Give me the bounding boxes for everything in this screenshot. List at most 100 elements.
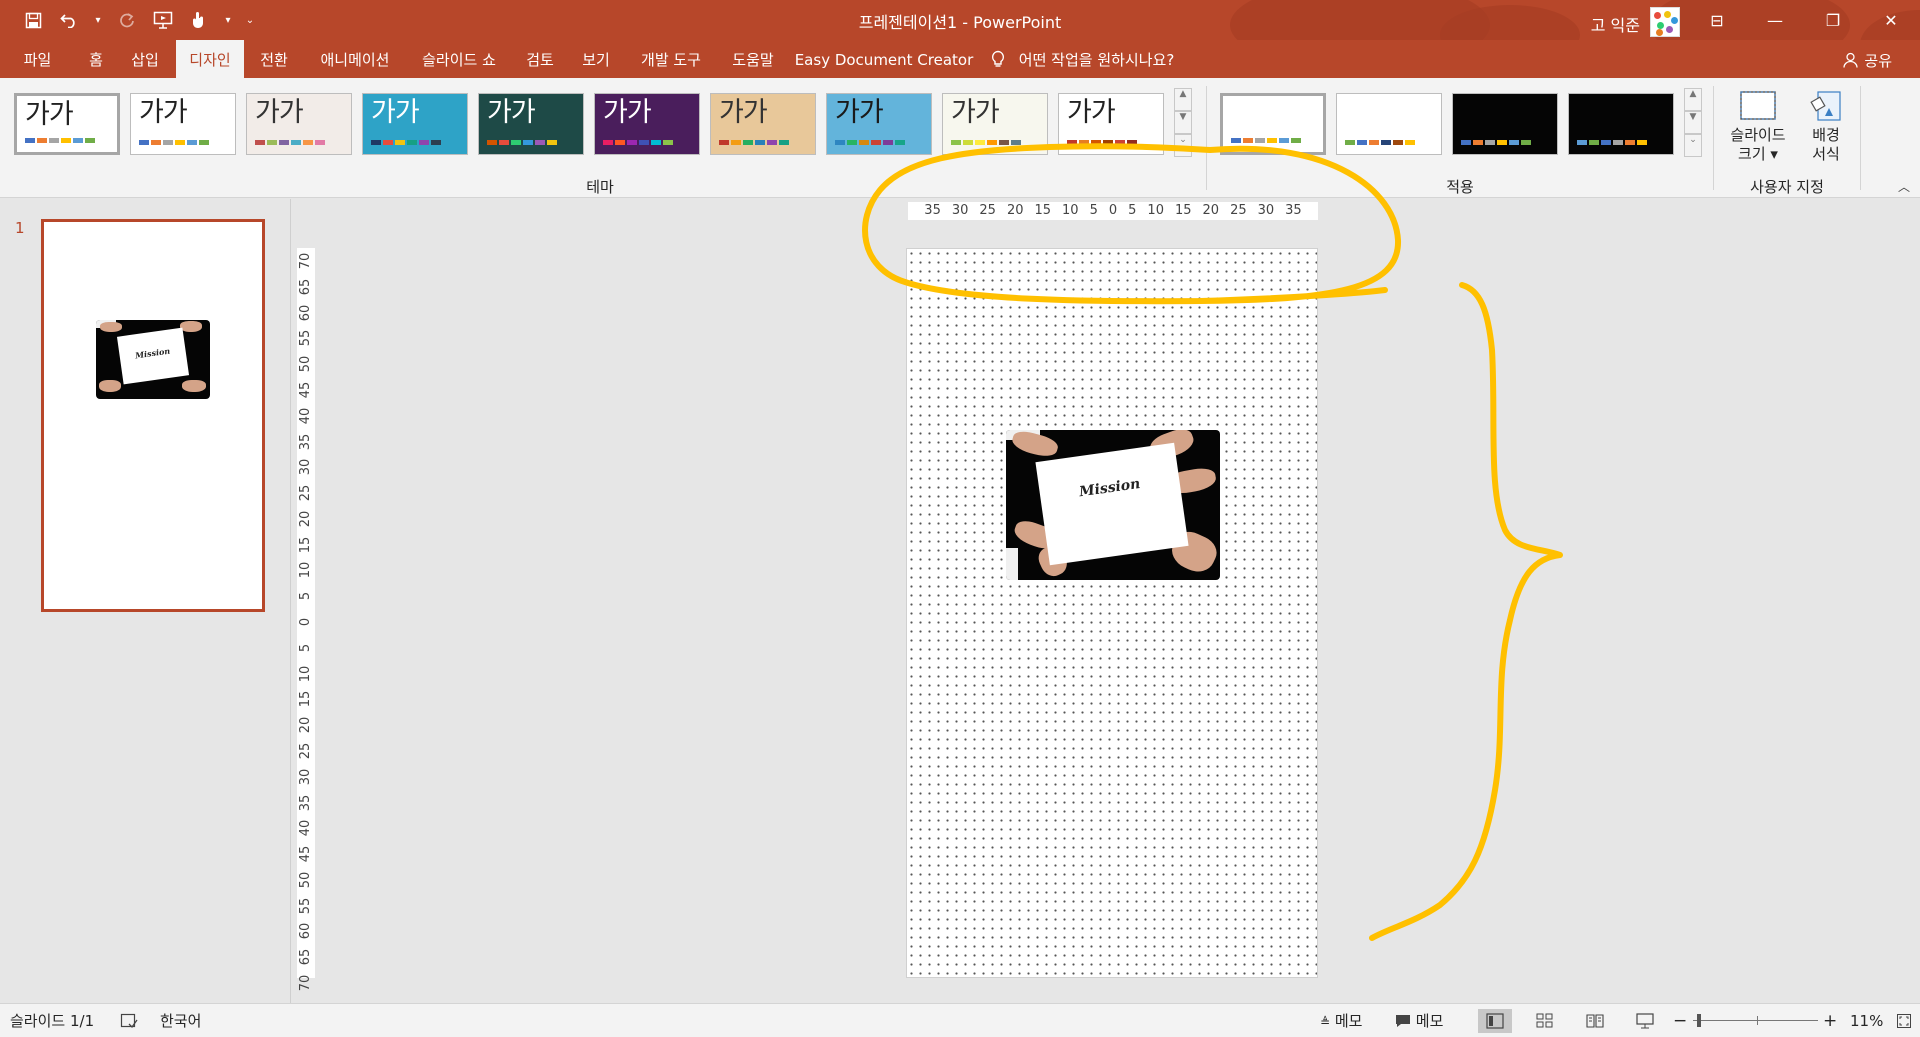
avatar[interactable] [1650, 7, 1680, 37]
customize-icon[interactable]: ⌄ [244, 8, 256, 32]
slide-canvas[interactable]: Mission [906, 248, 1318, 978]
slide-number: 1 [15, 219, 25, 237]
theme-sample-text: 가가 [835, 97, 884, 128]
reading-view-icon[interactable] [1578, 1009, 1612, 1033]
ruler-tick-label: 25 [979, 203, 996, 218]
ruler-tick-label: 30 [951, 203, 969, 218]
format-background-button[interactable]: 배경 서식 [1798, 90, 1854, 164]
themes-more-icon[interactable]: ⌄ [1174, 134, 1192, 157]
slide-size-button[interactable]: 슬라이드 크기 ▾ [1720, 90, 1796, 164]
zoom-level[interactable]: 11% [1850, 1004, 1883, 1037]
notes-button[interactable]: ≜ 메모 [1320, 1004, 1362, 1037]
slide-size-icon [1740, 91, 1776, 120]
mission-image[interactable]: Mission [1006, 430, 1220, 580]
annotation-brace [1369, 282, 1563, 941]
user-account[interactable]: 고 익준 [1591, 7, 1680, 39]
theme-sample-text: 가가 [255, 97, 304, 128]
themes-group-label: 테마 [586, 178, 614, 196]
restore-button[interactable]: ❐ [1804, 0, 1862, 40]
themes-scroll-up-icon[interactable]: ▲ [1174, 88, 1192, 111]
tab-view[interactable]: 보기 [572, 40, 620, 78]
tab-home[interactable]: 홈 [78, 40, 114, 78]
variants-scroll-down-icon[interactable]: ▼ [1684, 111, 1702, 134]
variant-2[interactable] [1336, 93, 1442, 155]
thumbnail-mission-image: Mission [96, 320, 210, 399]
theme-4[interactable]: 가가 [362, 93, 468, 155]
collapse-ribbon-icon[interactable]: ︿ [1898, 178, 1910, 195]
minimize-button[interactable]: — [1746, 0, 1804, 40]
variants-more-icon[interactable]: ⌄ [1684, 134, 1702, 157]
window-controls: ⊟ — ❐ ✕ [1688, 0, 1920, 40]
zoom-slider[interactable] [1693, 1020, 1818, 1021]
theme-6[interactable]: 가가 [594, 93, 700, 155]
tell-me-text: 어떤 작업을 원하시나요? [1018, 51, 1175, 69]
quick-access-toolbar: ▾ ▾ ⌄ [20, 8, 256, 32]
touch-dropdown-icon[interactable]: ▾ [222, 8, 234, 32]
format-background-line2: 서식 [1812, 145, 1840, 163]
tab-design[interactable]: 디자인 [176, 40, 244, 78]
ribbon-design: 가가 가가 가가 가가 가가 가가 가가 가가 가가 가가 ▲ ▼ ⌄ 테마 ▲ ▼ ⌄ 적용 슬… [0, 78, 1920, 198]
theme-1[interactable]: 가가 [14, 93, 120, 155]
tab-easy-document-creator[interactable]: Easy Document Creator [794, 40, 974, 78]
title-bar: ▾ ▾ ⌄ 프레젠테이션1 - PowerPoint 고 익준 ⊟ — ❐ ✕ [0, 0, 1920, 40]
zoom-slider-thumb[interactable] [1697, 1014, 1701, 1027]
variants-scroll-up-icon[interactable]: ▲ [1684, 88, 1702, 111]
theme-7[interactable]: 가가 [710, 93, 816, 155]
tab-file[interactable]: 파일 [10, 40, 65, 78]
theme-sample-text: 가가 [719, 97, 768, 128]
save-icon[interactable] [20, 8, 46, 32]
comment-icon [1396, 1015, 1410, 1027]
tab-review[interactable]: 검토 [516, 40, 564, 78]
variant-1[interactable] [1220, 93, 1326, 155]
undo-dropdown-icon[interactable]: ▾ [92, 8, 104, 32]
tab-animations[interactable]: 애니메이션 [308, 40, 402, 78]
thumbnail-caption: Mission [134, 345, 171, 361]
theme-sample-text: 가가 [139, 97, 188, 128]
accessibility-icon[interactable] [120, 1004, 138, 1037]
vertical-ruler: 70 65 60 55 50 45 40 35 30 25 20 15 10 5 0 5 10 15 20 25 30 3… [297, 248, 315, 991]
theme-sample-text: 가가 [603, 97, 652, 128]
redo-icon[interactable] [114, 8, 140, 32]
theme-10[interactable]: 가가 [1058, 93, 1164, 155]
variant-4[interactable] [1568, 93, 1674, 155]
tab-transitions[interactable]: 전환 [250, 40, 298, 78]
ribbon-display-options-button[interactable]: ⊟ [1688, 0, 1746, 40]
theme-8[interactable]: 가가 [826, 93, 932, 155]
touch-mode-icon[interactable] [186, 8, 212, 32]
theme-sample-text: 가가 [1067, 97, 1116, 128]
comments-label: 메모 [1415, 1012, 1444, 1030]
customize-group-label: 사용자 지정 [1750, 178, 1824, 196]
normal-view-icon[interactable] [1478, 1009, 1512, 1033]
tab-insert[interactable]: 삽입 [121, 40, 169, 78]
undo-icon[interactable] [56, 8, 82, 32]
theme-sample-text: 가가 [951, 97, 1000, 128]
fit-to-window-icon[interactable] [1896, 1004, 1912, 1037]
slide-thumbnails-pane: 1 Mission [0, 199, 290, 1003]
variant-3[interactable] [1452, 93, 1558, 155]
tell-me-box[interactable]: 어떤 작업을 원하시나요? [990, 40, 1174, 78]
share-button[interactable]: 공유 [1842, 40, 1892, 78]
slide-count: 슬라이드 1/1 [10, 1012, 95, 1030]
tab-help[interactable]: 도움말 [722, 40, 784, 78]
tab-slide-show[interactable]: 슬라이드 쇼 [410, 40, 508, 78]
close-button[interactable]: ✕ [1862, 0, 1920, 40]
slide-show-view-icon[interactable] [1628, 1009, 1662, 1033]
ruler-tick-label: 5 [1128, 203, 1137, 218]
theme-2[interactable]: 가가 [130, 93, 236, 155]
mission-caption: Mission [1078, 475, 1142, 501]
ruler-tick-label: 25 [1230, 203, 1247, 218]
slide-sorter-view-icon[interactable] [1528, 1009, 1562, 1033]
present-icon[interactable] [150, 8, 176, 32]
zoom-in-button[interactable]: + [1823, 1004, 1837, 1037]
theme-9[interactable]: 가가 [942, 93, 1048, 155]
theme-3[interactable]: 가가 [246, 93, 352, 155]
themes-scroll-down-icon[interactable]: ▼ [1174, 111, 1192, 134]
ruler-tick-label: 10 [1062, 203, 1079, 218]
ruler-tick-label: 35 [1285, 203, 1302, 218]
comments-button[interactable]: 메모 [1395, 1004, 1443, 1037]
tab-developer[interactable]: 개발 도구 [628, 40, 714, 78]
slide-thumbnail[interactable]: Mission [41, 219, 265, 612]
language[interactable]: 한국어 [160, 1004, 201, 1037]
zoom-out-button[interactable]: − [1673, 1004, 1687, 1037]
theme-5[interactable]: 가가 [478, 93, 584, 155]
